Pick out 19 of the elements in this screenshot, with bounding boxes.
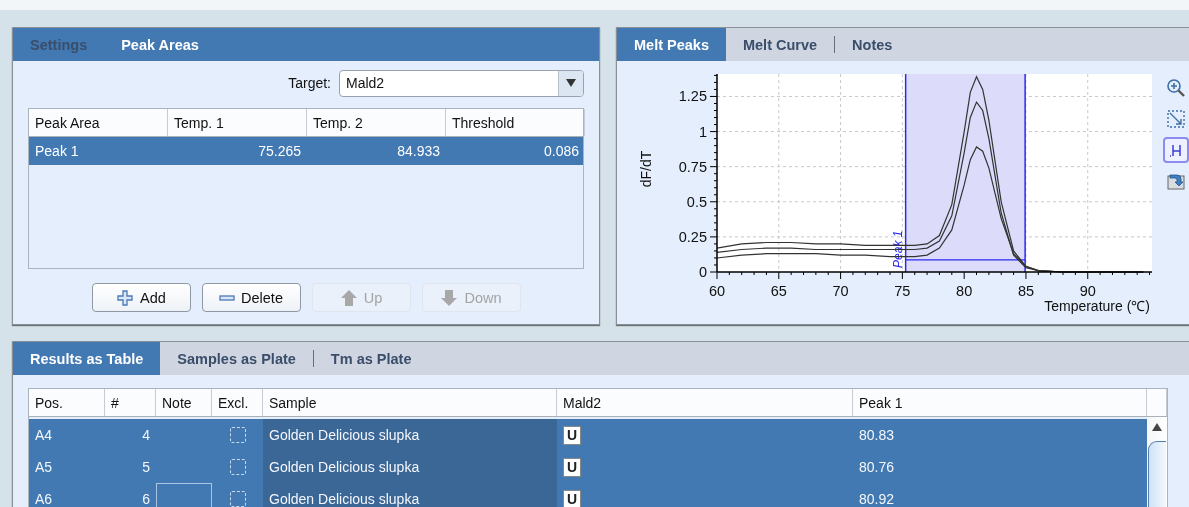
tick-label: 80 bbox=[956, 283, 973, 299]
target-label: Target: bbox=[288, 75, 331, 91]
tick-label: 90 bbox=[1079, 283, 1096, 299]
tick-label: 70 bbox=[832, 283, 849, 299]
tick-label: 75 bbox=[894, 283, 911, 299]
tick-label: 0.5 bbox=[686, 193, 707, 210]
tick-label: 1.25 bbox=[678, 88, 707, 105]
tick-label: 1 bbox=[698, 123, 707, 140]
call-badge: U bbox=[563, 489, 582, 507]
call-badge: U bbox=[563, 425, 582, 445]
call-badge: U bbox=[563, 457, 582, 477]
tick-label: 65 bbox=[770, 283, 787, 299]
axis-title: dF/dT bbox=[638, 150, 654, 188]
tick-label: 0.75 bbox=[678, 158, 707, 175]
tick-label: 85 bbox=[1017, 283, 1034, 299]
axis-title: Temperature (℃) bbox=[1044, 298, 1150, 314]
tick-label: 60 bbox=[708, 283, 726, 299]
tick-label: 0 bbox=[698, 264, 707, 280]
tick-label: 0.25 bbox=[678, 228, 707, 245]
